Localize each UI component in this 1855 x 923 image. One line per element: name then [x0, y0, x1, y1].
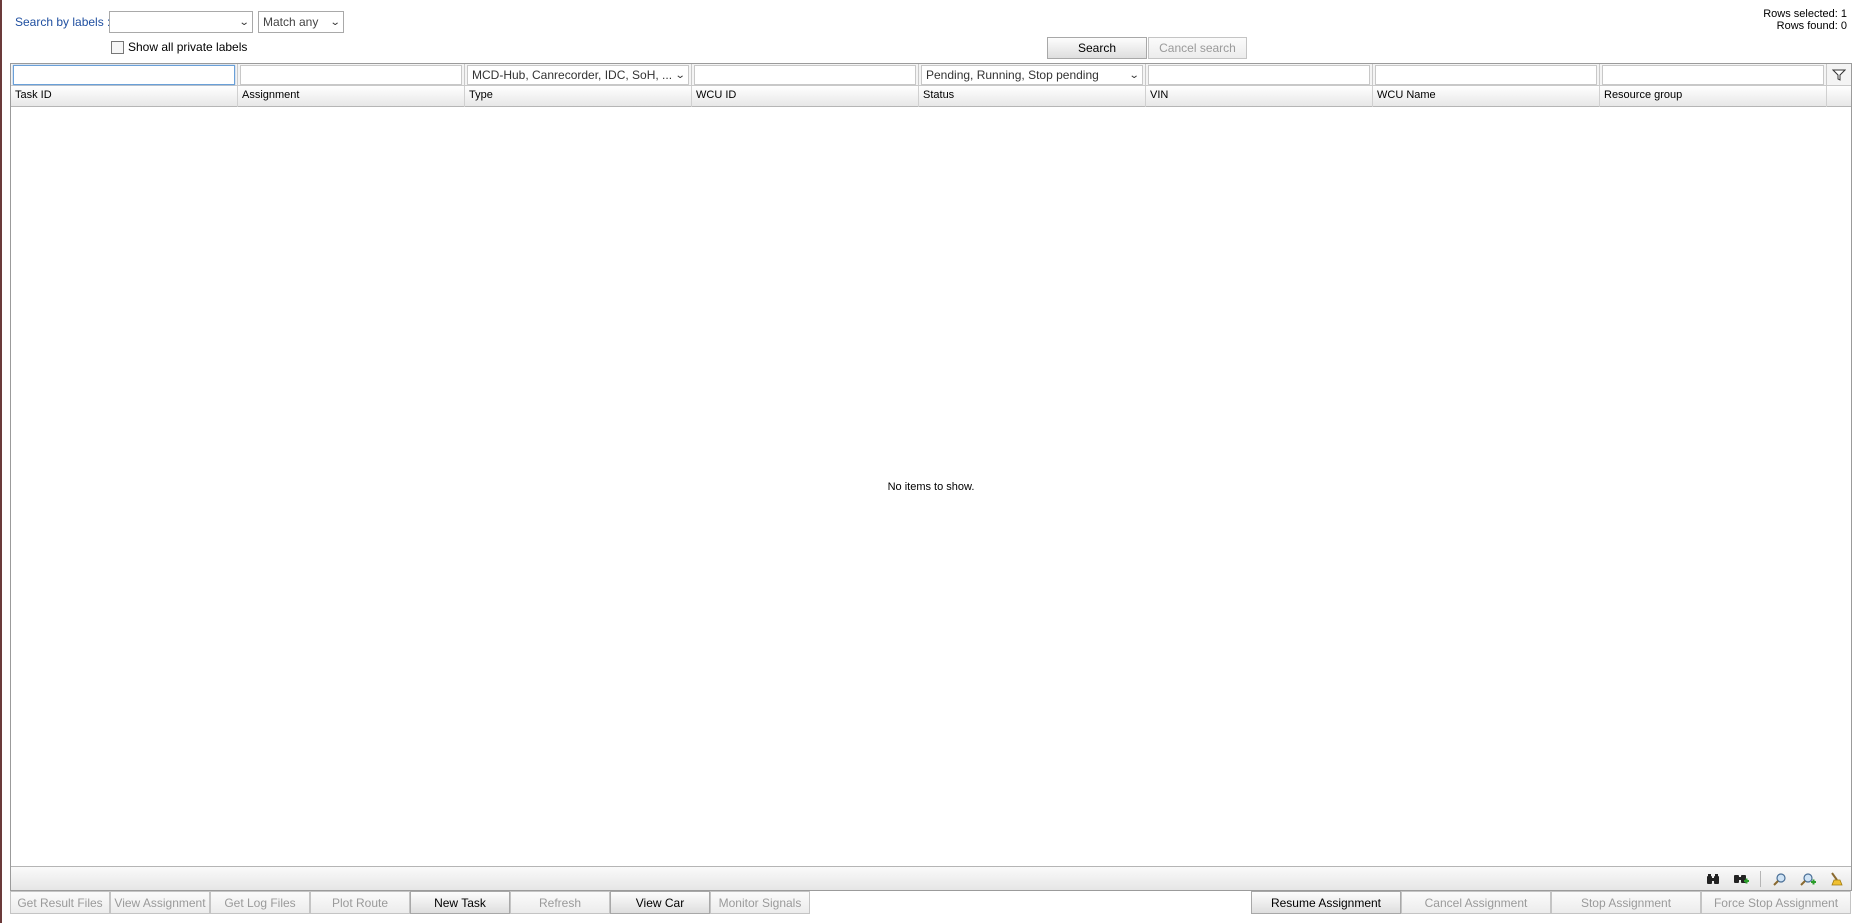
- header-row: Task ID Assignment Type WCU ID Status VI…: [11, 86, 1851, 107]
- filter-row: MCD-Hub, Canrecorder, IDC, SoH, ... ⌄ Pe…: [11, 64, 1851, 86]
- filter-task-id-input[interactable]: [13, 65, 235, 85]
- rows-selected: Rows selected: 1: [1763, 8, 1847, 20]
- toolbar-separator: [1760, 870, 1761, 887]
- search-by-labels-label: Search by labels :: [15, 15, 111, 29]
- filter-vin-cell: [1146, 64, 1373, 86]
- rows-info: Rows selected: 1 Rows found: 0: [1763, 8, 1847, 32]
- stop-assignment-button[interactable]: Stop Assignment: [1551, 891, 1701, 914]
- column-header-wcu-id[interactable]: WCU ID: [692, 86, 919, 107]
- binoculars-add-icon[interactable]: [1732, 870, 1750, 888]
- chevron-down-icon: ⌄: [674, 69, 686, 81]
- resume-assignment-button[interactable]: Resume Assignment: [1251, 891, 1401, 914]
- filter-resource-group-input[interactable]: [1602, 65, 1824, 85]
- filter-wcu-id-input[interactable]: [694, 65, 916, 85]
- view-assignment-button[interactable]: View Assignment: [110, 891, 210, 914]
- filter-toggle-button[interactable]: [1827, 64, 1851, 85]
- rows-found: Rows found: 0: [1776, 20, 1847, 32]
- filter-assignment-input[interactable]: [240, 65, 462, 85]
- column-header-vin[interactable]: VIN: [1146, 86, 1373, 107]
- view-car-button[interactable]: View Car: [610, 891, 710, 914]
- column-header-resource-group[interactable]: Resource group: [1600, 86, 1827, 107]
- show-private-labels-checkbox[interactable]: [111, 40, 124, 54]
- force-stop-assignment-button[interactable]: Force Stop Assignment: [1701, 891, 1851, 914]
- chevron-down-icon: ⌄: [329, 16, 341, 28]
- refresh-button[interactable]: Refresh: [510, 891, 610, 914]
- tasks-grid: MCD-Hub, Canrecorder, IDC, SoH, ... ⌄ Pe…: [10, 63, 1852, 891]
- filter-type-value: MCD-Hub, Canrecorder, IDC, SoH, ...: [472, 68, 673, 82]
- filter-task-id-cell: [11, 64, 238, 86]
- filter-type-cell: MCD-Hub, Canrecorder, IDC, SoH, ... ⌄: [465, 64, 692, 86]
- column-header-wcu-name[interactable]: WCU Name: [1373, 86, 1600, 107]
- labels-select[interactable]: ⌄: [109, 11, 253, 33]
- show-private-labels-option[interactable]: Show all private labels: [111, 40, 247, 54]
- search-button[interactable]: Search: [1047, 37, 1147, 59]
- cancel-search-button[interactable]: Cancel search: [1148, 37, 1247, 59]
- filter-vin-input[interactable]: [1148, 65, 1370, 85]
- column-header-task-id[interactable]: Task ID: [11, 86, 238, 107]
- get-log-files-button[interactable]: Get Log Files: [210, 891, 310, 914]
- chevron-down-icon: ⌄: [238, 16, 250, 28]
- monitor-signals-button[interactable]: Monitor Signals: [710, 891, 810, 914]
- assignment-action-bar: Resume Assignment Cancel Assignment Stop…: [1251, 891, 1851, 914]
- filter-resource-group-cell: [1600, 64, 1827, 86]
- column-header-status[interactable]: Status: [919, 86, 1146, 107]
- filter-type-select[interactable]: MCD-Hub, Canrecorder, IDC, SoH, ... ⌄: [467, 65, 689, 85]
- filter-wcu-name-cell: [1373, 64, 1600, 86]
- filter-status-value: Pending, Running, Stop pending: [926, 68, 1099, 82]
- cancel-assignment-button[interactable]: Cancel Assignment: [1401, 891, 1551, 914]
- filter-status-select[interactable]: Pending, Running, Stop pending ⌄: [921, 65, 1143, 85]
- filter-assignment-cell: [238, 64, 465, 86]
- filter-status-cell: Pending, Running, Stop pending ⌄: [919, 64, 1146, 86]
- filter-wcu-id-cell: [692, 64, 919, 86]
- zoom-icon[interactable]: [1771, 870, 1789, 888]
- column-header-type[interactable]: Type: [465, 86, 692, 107]
- filter-wcu-name-input[interactable]: [1375, 65, 1597, 85]
- empty-message: No items to show.: [887, 481, 975, 493]
- chevron-down-icon: ⌄: [1128, 69, 1140, 81]
- grid-footer-toolbar: [11, 866, 1851, 890]
- new-task-button[interactable]: New Task: [410, 891, 510, 914]
- zoom-add-icon[interactable]: [1799, 870, 1817, 888]
- filter-icon: [1832, 69, 1846, 81]
- show-private-labels-label: Show all private labels: [128, 40, 248, 54]
- match-mode-select[interactable]: Match any ⌄: [258, 11, 344, 33]
- clear-filter-icon[interactable]: [1827, 870, 1845, 888]
- match-mode-value: Match any: [263, 15, 319, 29]
- plot-route-button[interactable]: Plot Route: [310, 891, 410, 914]
- column-header-assignment[interactable]: Assignment: [238, 86, 465, 107]
- binoculars-icon[interactable]: [1704, 870, 1722, 888]
- bottom-action-bar: Get Result Files View Assignment Get Log…: [10, 891, 810, 914]
- get-result-files-button[interactable]: Get Result Files: [10, 891, 110, 914]
